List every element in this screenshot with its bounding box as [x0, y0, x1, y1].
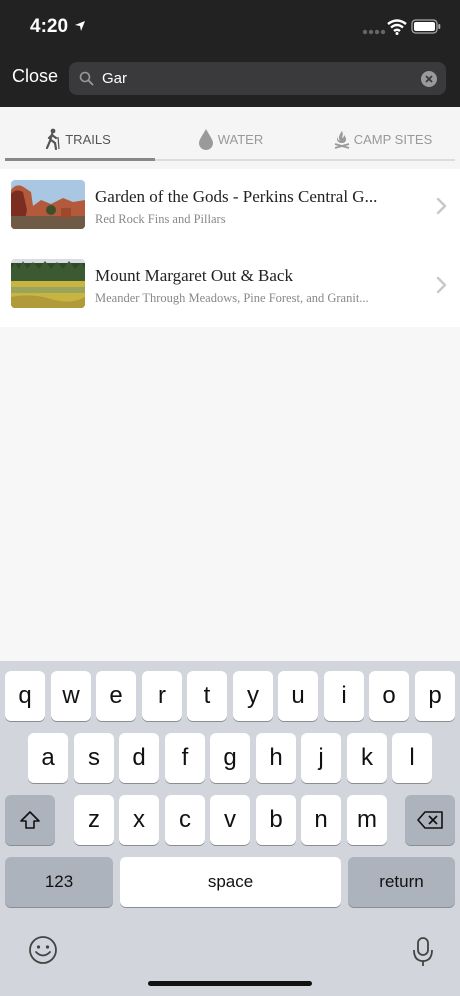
- numbers-key[interactable]: 123: [5, 857, 113, 907]
- key-e[interactable]: e: [96, 671, 136, 721]
- search-input[interactable]: [102, 65, 402, 92]
- hiker-icon: [46, 128, 60, 150]
- key-n[interactable]: n: [301, 795, 341, 845]
- search-icon: [79, 71, 94, 86]
- key-g[interactable]: g: [210, 733, 250, 783]
- status-time: 4:20: [30, 16, 69, 37]
- location-arrow-icon: [75, 21, 85, 31]
- results-list: Garden of the Gods - Perkins Central G..…: [0, 169, 460, 327]
- cellular-signal-icon: [362, 29, 386, 35]
- key-f[interactable]: f: [165, 733, 205, 783]
- meadow-photo: [11, 259, 85, 308]
- red-rock-photo: [11, 180, 85, 229]
- return-key[interactable]: return: [348, 857, 455, 907]
- tab-camp-sites-label: CAMP SITES: [353, 131, 433, 147]
- key-i[interactable]: i: [324, 671, 364, 721]
- chevron-right-icon: [436, 276, 447, 294]
- key-z[interactable]: z: [74, 795, 114, 845]
- search-bar[interactable]: [69, 62, 446, 95]
- wifi-icon: [387, 19, 407, 35]
- keyboard: q w e r t y u i o p a s d f g h j k l z …: [0, 661, 460, 996]
- key-x[interactable]: x: [119, 795, 159, 845]
- tab-camp-sites[interactable]: CAMP SITES: [305, 119, 460, 159]
- microphone-icon[interactable]: [412, 936, 434, 968]
- key-b[interactable]: b: [256, 795, 296, 845]
- key-p[interactable]: p: [415, 671, 455, 721]
- category-tabs: TRAILS WATER CAMP SITES: [0, 107, 460, 169]
- key-v[interactable]: v: [210, 795, 250, 845]
- key-q[interactable]: q: [5, 671, 45, 721]
- shift-icon: [20, 811, 40, 829]
- key-c[interactable]: c: [165, 795, 205, 845]
- result-subtitle: Meander Through Meadows, Pine Forest, an…: [95, 291, 369, 305]
- key-m[interactable]: m: [347, 795, 387, 845]
- chevron-right-icon: [436, 197, 447, 215]
- emoji-icon[interactable]: [28, 935, 58, 965]
- list-item[interactable]: Garden of the Gods - Perkins Central G..…: [0, 169, 460, 248]
- tab-water[interactable]: WATER: [155, 119, 305, 159]
- backspace-icon: [417, 811, 443, 829]
- key-d[interactable]: d: [119, 733, 159, 783]
- key-j[interactable]: j: [301, 733, 341, 783]
- close-button[interactable]: Close: [12, 66, 58, 87]
- key-r[interactable]: r: [142, 671, 182, 721]
- result-subtitle: Red Rock Fins and Pillars: [95, 212, 226, 226]
- key-l[interactable]: l: [392, 733, 432, 783]
- home-indicator: [148, 981, 312, 986]
- key-a[interactable]: a: [28, 733, 68, 783]
- key-k[interactable]: k: [347, 733, 387, 783]
- tab-trails-label: TRAILS: [65, 131, 111, 147]
- tab-water-label: WATER: [217, 131, 264, 147]
- key-y[interactable]: y: [233, 671, 273, 721]
- shift-key[interactable]: [5, 795, 55, 845]
- key-w[interactable]: w: [51, 671, 91, 721]
- key-h[interactable]: h: [256, 733, 296, 783]
- key-t[interactable]: t: [187, 671, 227, 721]
- top-bar: 4:20 Close: [0, 0, 460, 107]
- battery-icon: [411, 19, 441, 34]
- result-title: Garden of the Gods - Perkins Central G..…: [95, 187, 378, 206]
- key-s[interactable]: s: [74, 733, 114, 783]
- water-drop-icon: [198, 129, 213, 150]
- campfire-icon: [334, 131, 349, 149]
- key-o[interactable]: o: [369, 671, 409, 721]
- result-title: Mount Margaret Out & Back: [95, 266, 293, 285]
- status-bar: 4:20: [0, 0, 460, 54]
- delete-key[interactable]: [405, 795, 455, 845]
- key-u[interactable]: u: [278, 671, 318, 721]
- clear-search-icon[interactable]: [421, 71, 437, 87]
- tab-trails[interactable]: TRAILS: [0, 119, 155, 159]
- list-item[interactable]: Mount Margaret Out & Back Meander Throug…: [0, 248, 460, 327]
- space-key[interactable]: space: [120, 857, 341, 907]
- tab-active-indicator: [5, 158, 155, 161]
